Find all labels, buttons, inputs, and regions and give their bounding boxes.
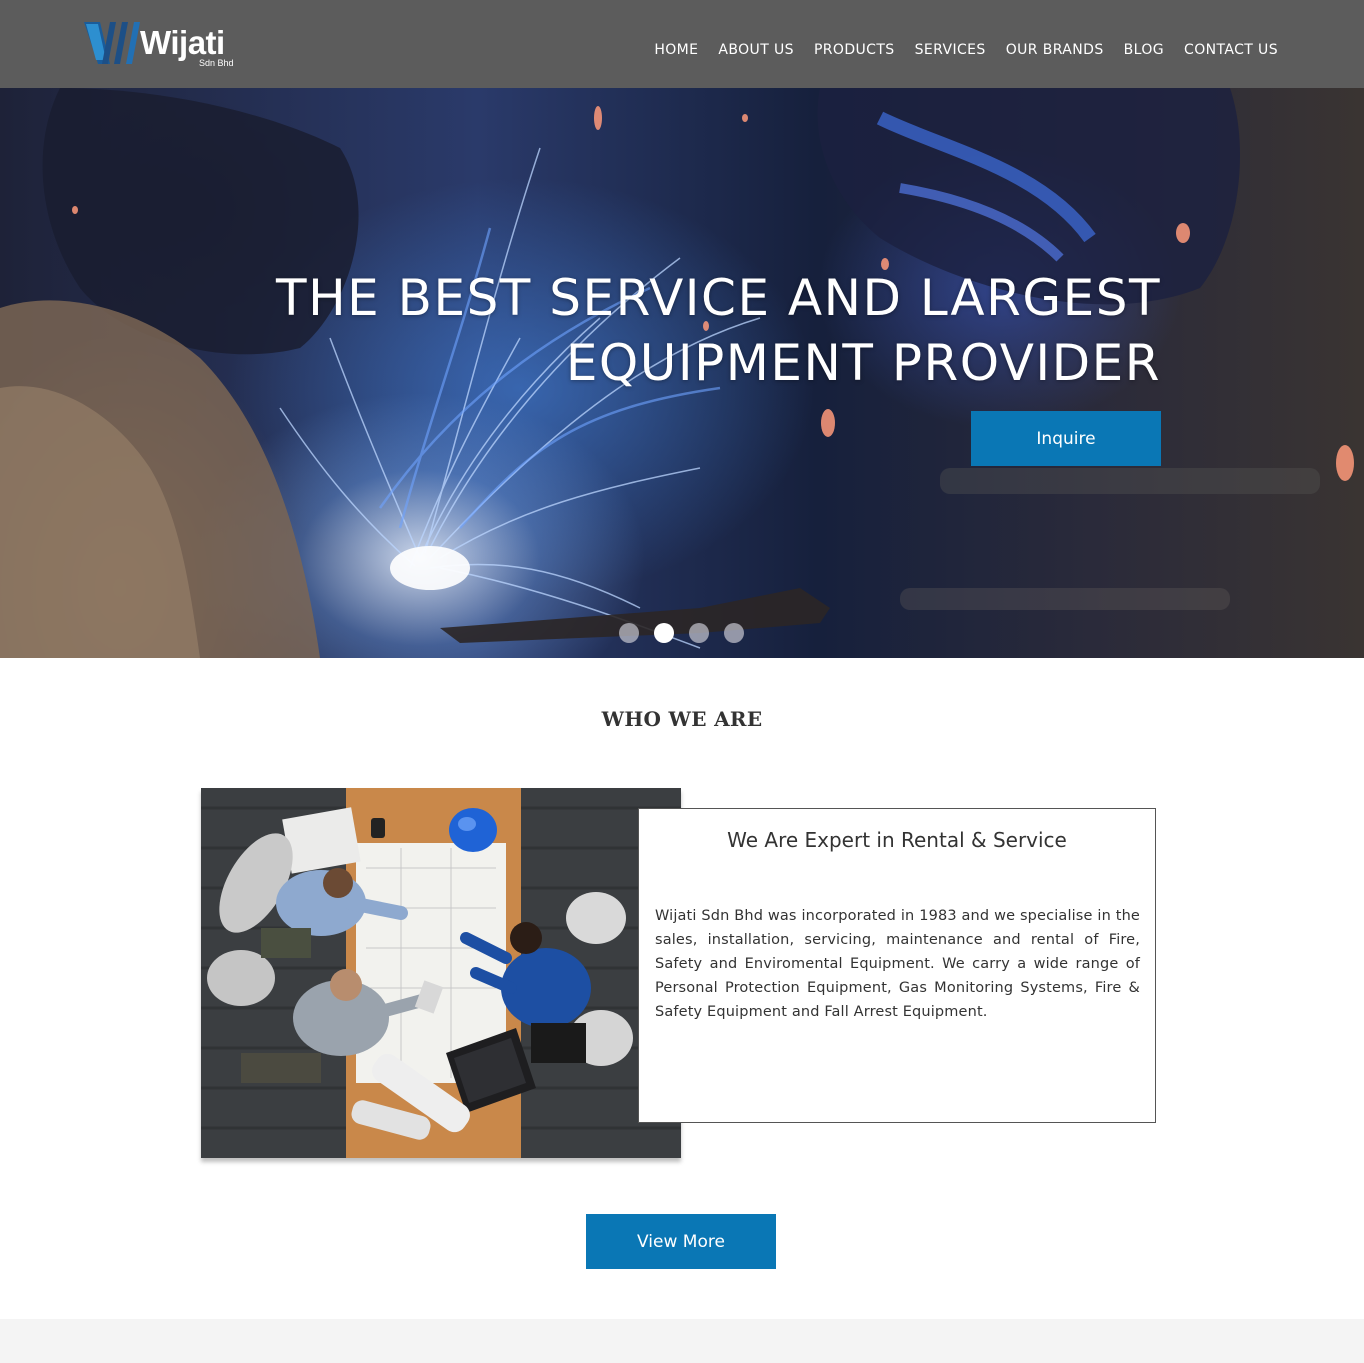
slider-dot-2[interactable] xyxy=(654,623,674,643)
nav-about-us[interactable]: ABOUT US xyxy=(718,40,794,60)
hero-slider: THE BEST SERVICE AND LARGEST EQUIPMENT P… xyxy=(0,88,1364,658)
section-title-who-we-are: WHO WE ARE xyxy=(601,707,763,731)
slider-dot-4[interactable] xyxy=(724,623,744,643)
about-card: We Are Expert in Rental & Service Wijati… xyxy=(638,808,1156,1123)
about-card-title: We Are Expert in Rental & Service xyxy=(727,828,1067,852)
nav-our-brands[interactable]: OUR BRANDS xyxy=(1006,40,1104,60)
logo[interactable]: Wijati Sdn Bhd xyxy=(84,20,244,68)
hero-headline-line2: EQUIPMENT PROVIDER xyxy=(565,334,1161,392)
view-more-button[interactable]: View More xyxy=(586,1214,776,1269)
logo-mark-icon xyxy=(84,22,140,64)
team-meeting-image xyxy=(201,788,681,1158)
nav-blog[interactable]: BLOG xyxy=(1124,40,1164,60)
main-nav: HOME ABOUT US PRODUCTS SERVICES OUR BRAN… xyxy=(654,40,1278,60)
footer-band xyxy=(0,1319,1364,1363)
nav-contact-us[interactable]: CONTACT US xyxy=(1184,40,1278,60)
inquire-button[interactable]: Inquire xyxy=(971,411,1161,466)
hero-headline: THE BEST SERVICE AND LARGEST EQUIPMENT P… xyxy=(276,266,1161,396)
nav-services[interactable]: SERVICES xyxy=(915,40,986,60)
nav-home[interactable]: HOME xyxy=(654,40,698,60)
hero-headline-line1: THE BEST SERVICE AND LARGEST xyxy=(276,269,1161,327)
slider-dot-3[interactable] xyxy=(689,623,709,643)
nav-products[interactable]: PRODUCTS xyxy=(814,40,895,60)
logo-subtext: Sdn Bhd xyxy=(199,58,234,68)
slider-dot-1[interactable] xyxy=(619,623,639,643)
about-card-text: Wijati Sdn Bhd was incorporated in 1983 … xyxy=(655,908,1140,1020)
slider-pagination xyxy=(619,623,744,643)
team-meeting-photo xyxy=(201,788,681,1158)
logo-text: Wijati xyxy=(140,24,225,61)
site-header: Wijati Sdn Bhd HOME ABOUT US PRODUCTS SE… xyxy=(0,0,1364,88)
